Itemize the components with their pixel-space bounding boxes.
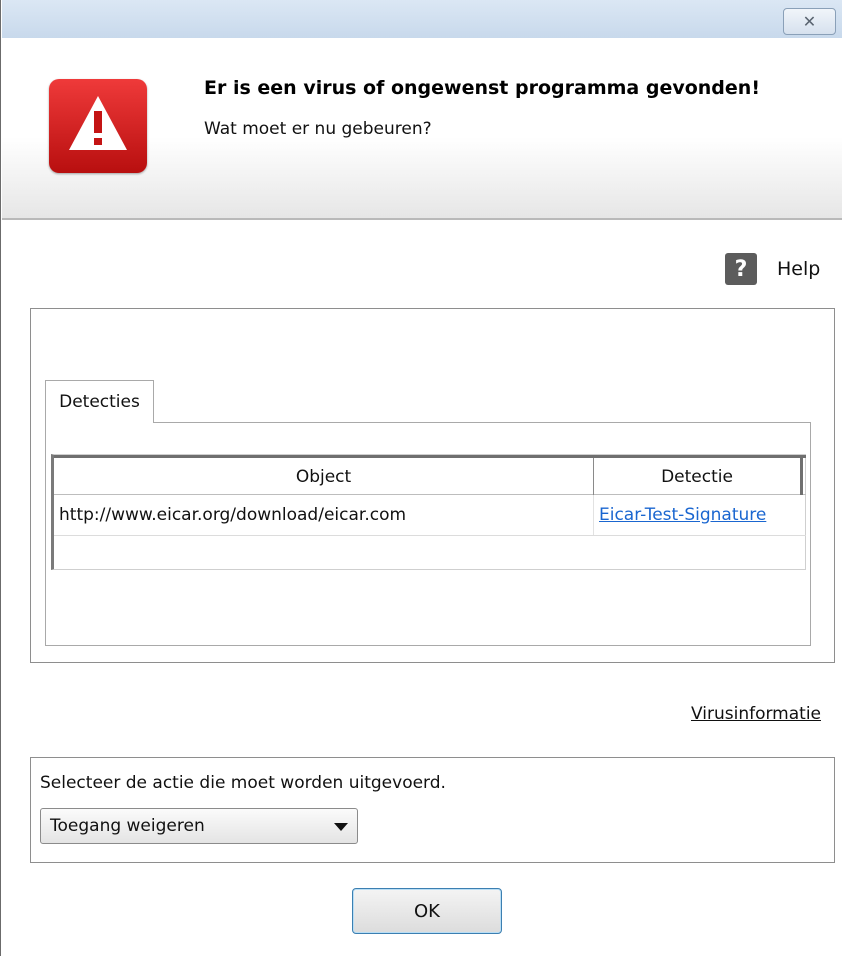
virus-info-link[interactable]: Virusinformatie: [691, 704, 821, 724]
column-header-detection[interactable]: Detectie: [594, 458, 803, 495]
alert-header: Er is een virus of ongewenst programma g…: [2, 38, 842, 220]
action-label: Selecteer de actie die moet worden uitge…: [40, 773, 446, 793]
alert-title: Er is een virus of ongewenst programma g…: [204, 77, 760, 99]
help-label: Help: [777, 258, 821, 280]
close-icon: ✕: [802, 12, 817, 31]
close-button[interactable]: ✕: [783, 8, 836, 35]
detection-link[interactable]: Eicar-Test-Signature: [594, 495, 803, 535]
tab-detecties[interactable]: Detecties: [45, 380, 154, 423]
column-header-object[interactable]: Object: [54, 458, 594, 495]
help-icon: ?: [725, 253, 757, 285]
title-bar: ✕: [2, 0, 842, 38]
alert-subtitle: Wat moet er nu gebeuren?: [204, 119, 432, 139]
detections-table: Object Detectie http://www.eicar.org/dow…: [51, 454, 806, 570]
action-select[interactable]: Toegang weigeren: [40, 808, 358, 844]
alert-window: ✕ Er is een virus of ongewenst programma…: [0, 0, 842, 956]
help-link[interactable]: ? Help: [725, 252, 820, 286]
warning-triangle-icon: [49, 79, 147, 173]
table-header: Object Detectie: [54, 455, 806, 495]
object-cell: http://www.eicar.org/download/eicar.com: [54, 495, 594, 535]
chevron-down-icon: [334, 823, 348, 831]
table-row[interactable]: http://www.eicar.org/download/eicar.com …: [54, 495, 806, 536]
action-select-value: Toegang weigeren: [50, 816, 205, 836]
ok-button[interactable]: OK: [352, 888, 502, 934]
